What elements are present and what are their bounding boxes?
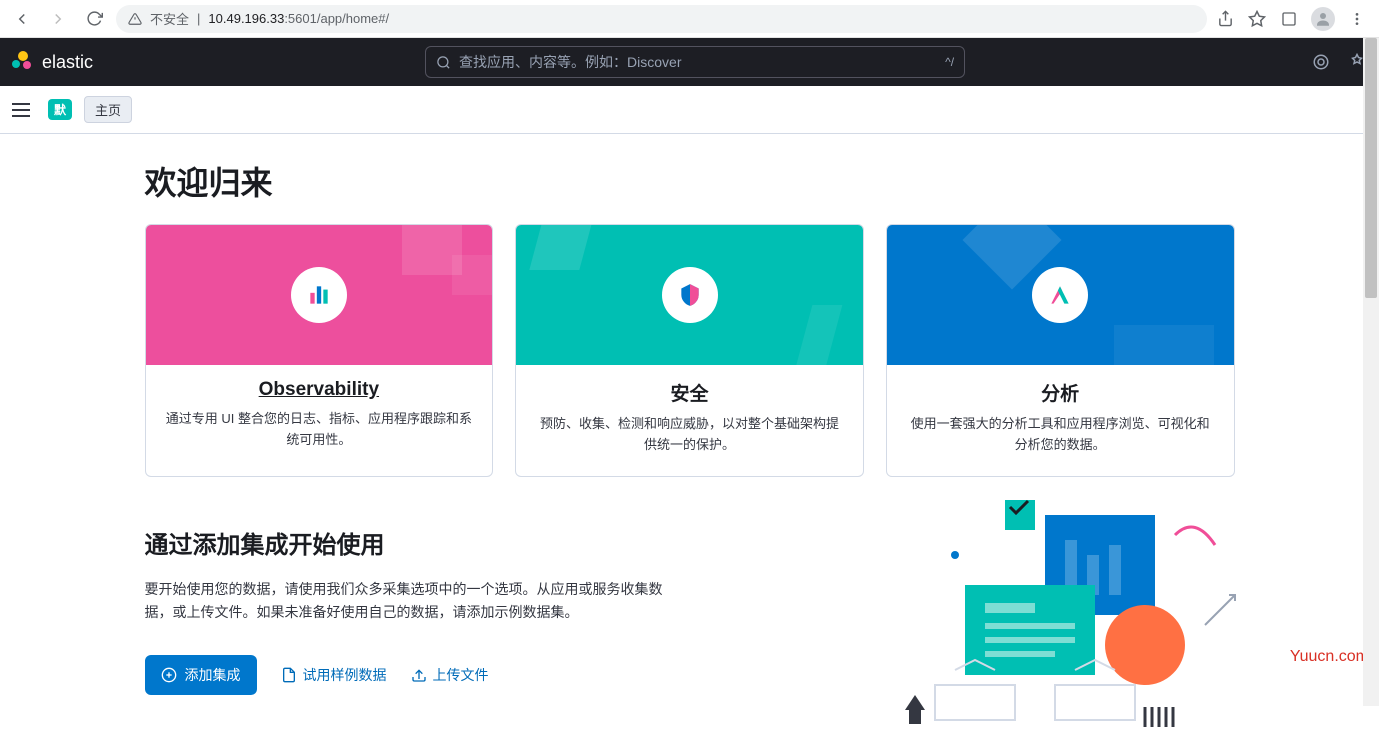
card-desc: 使用一套强大的分析工具和应用程序浏览、可视化和分析您的数据。 [905, 414, 1216, 456]
document-icon [281, 667, 297, 683]
security-icon [662, 267, 718, 323]
card-observability[interactable]: Observability 通过专用 UI 整合您的日志、指标、应用程序跟踪和系… [145, 224, 494, 477]
search-shortcut: ^/ [945, 55, 954, 69]
browser-chrome: 不安全 | 10.49.196.33:5601/app/home#/ [0, 0, 1379, 38]
card-hero [887, 225, 1234, 365]
card-title: 安全 [534, 379, 845, 406]
search-icon [436, 55, 451, 70]
extensions-icon[interactable] [1279, 9, 1299, 29]
search-placeholder: 查找应用、内容等。例如：Discover [459, 52, 681, 72]
warning-icon [128, 12, 142, 26]
kebab-menu-icon[interactable] [1347, 9, 1367, 29]
sub-header: 默 主页 [0, 86, 1379, 134]
card-body: 安全 预防、收集、检测和响应威胁，以对整个基础架构提供统一的保护。 [516, 365, 863, 476]
card-analytics[interactable]: 分析 使用一套强大的分析工具和应用程序浏览、可视化和分析您的数据。 [886, 224, 1235, 477]
scrollbar[interactable] [1363, 38, 1379, 706]
chrome-actions [1215, 7, 1371, 31]
header-right [1311, 52, 1367, 72]
card-security[interactable]: 安全 预防、收集、检测和响应威胁，以对整个基础架构提供统一的保护。 [515, 224, 864, 477]
page-title: 欢迎归来 [145, 158, 1235, 204]
upload-file-link[interactable]: 上传文件 [411, 665, 489, 685]
upload-icon [411, 667, 427, 683]
url-bar[interactable]: 不安全 | 10.49.196.33:5601/app/home#/ [116, 5, 1207, 33]
card-body: Observability 通过专用 UI 整合您的日志、指标、应用程序跟踪和系… [146, 365, 493, 471]
main-content: 欢迎归来 Observability 通过专用 UI 整合您的日志、指标、应用程… [145, 134, 1235, 695]
space-selector[interactable]: 默 [48, 99, 72, 120]
watermark-text: Yuucn.com [1290, 648, 1369, 666]
card-hero [516, 225, 863, 365]
elastic-header: elastic 查找应用、内容等。例如：Discover ^/ [0, 38, 1379, 86]
bookmark-icon[interactable] [1247, 9, 1267, 29]
nav-forward-button[interactable] [44, 5, 72, 33]
add-integration-button[interactable]: 添加集成 [145, 655, 257, 695]
url-text: 10.49.196.33:5601/app/home#/ [208, 11, 389, 26]
observability-icon [291, 267, 347, 323]
card-title: Observability [164, 379, 475, 401]
brand-text: elastic [42, 52, 93, 73]
card-title: 分析 [905, 379, 1216, 406]
share-icon[interactable] [1215, 9, 1235, 29]
card-hero [146, 225, 493, 365]
nav-back-button[interactable] [8, 5, 36, 33]
card-desc: 预防、收集、检测和响应威胁，以对整个基础架构提供统一的保护。 [534, 414, 845, 456]
elastic-logo-icon [12, 51, 34, 73]
plus-circle-icon [161, 667, 177, 683]
elastic-logo[interactable]: elastic [12, 51, 93, 73]
try-sample-data-link[interactable]: 试用样例数据 [281, 665, 387, 685]
nav-toggle-button[interactable] [12, 98, 36, 122]
help-icon[interactable] [1311, 52, 1331, 72]
analytics-icon [1032, 267, 1088, 323]
global-search-input[interactable]: 查找应用、内容等。例如：Discover ^/ [425, 46, 965, 78]
card-body: 分析 使用一套强大的分析工具和应用程序浏览、可视化和分析您的数据。 [887, 365, 1234, 476]
scrollbar-thumb[interactable] [1365, 38, 1377, 298]
card-desc: 通过专用 UI 整合您的日志、指标、应用程序跟踪和系统可用性。 [164, 409, 475, 451]
integrations-illustration [855, 495, 1275, 735]
breadcrumb-home[interactable]: 主页 [84, 96, 132, 123]
integrations-desc: 要开始使用您的数据，请使用我们众多采集选项中的一个选项。从应用或服务收集数据，或… [145, 578, 665, 626]
solution-cards: Observability 通过专用 UI 整合您的日志、指标、应用程序跟踪和系… [145, 224, 1235, 477]
nav-reload-button[interactable] [80, 5, 108, 33]
profile-avatar-icon[interactable] [1311, 7, 1335, 31]
insecure-label: 不安全 [150, 9, 189, 28]
